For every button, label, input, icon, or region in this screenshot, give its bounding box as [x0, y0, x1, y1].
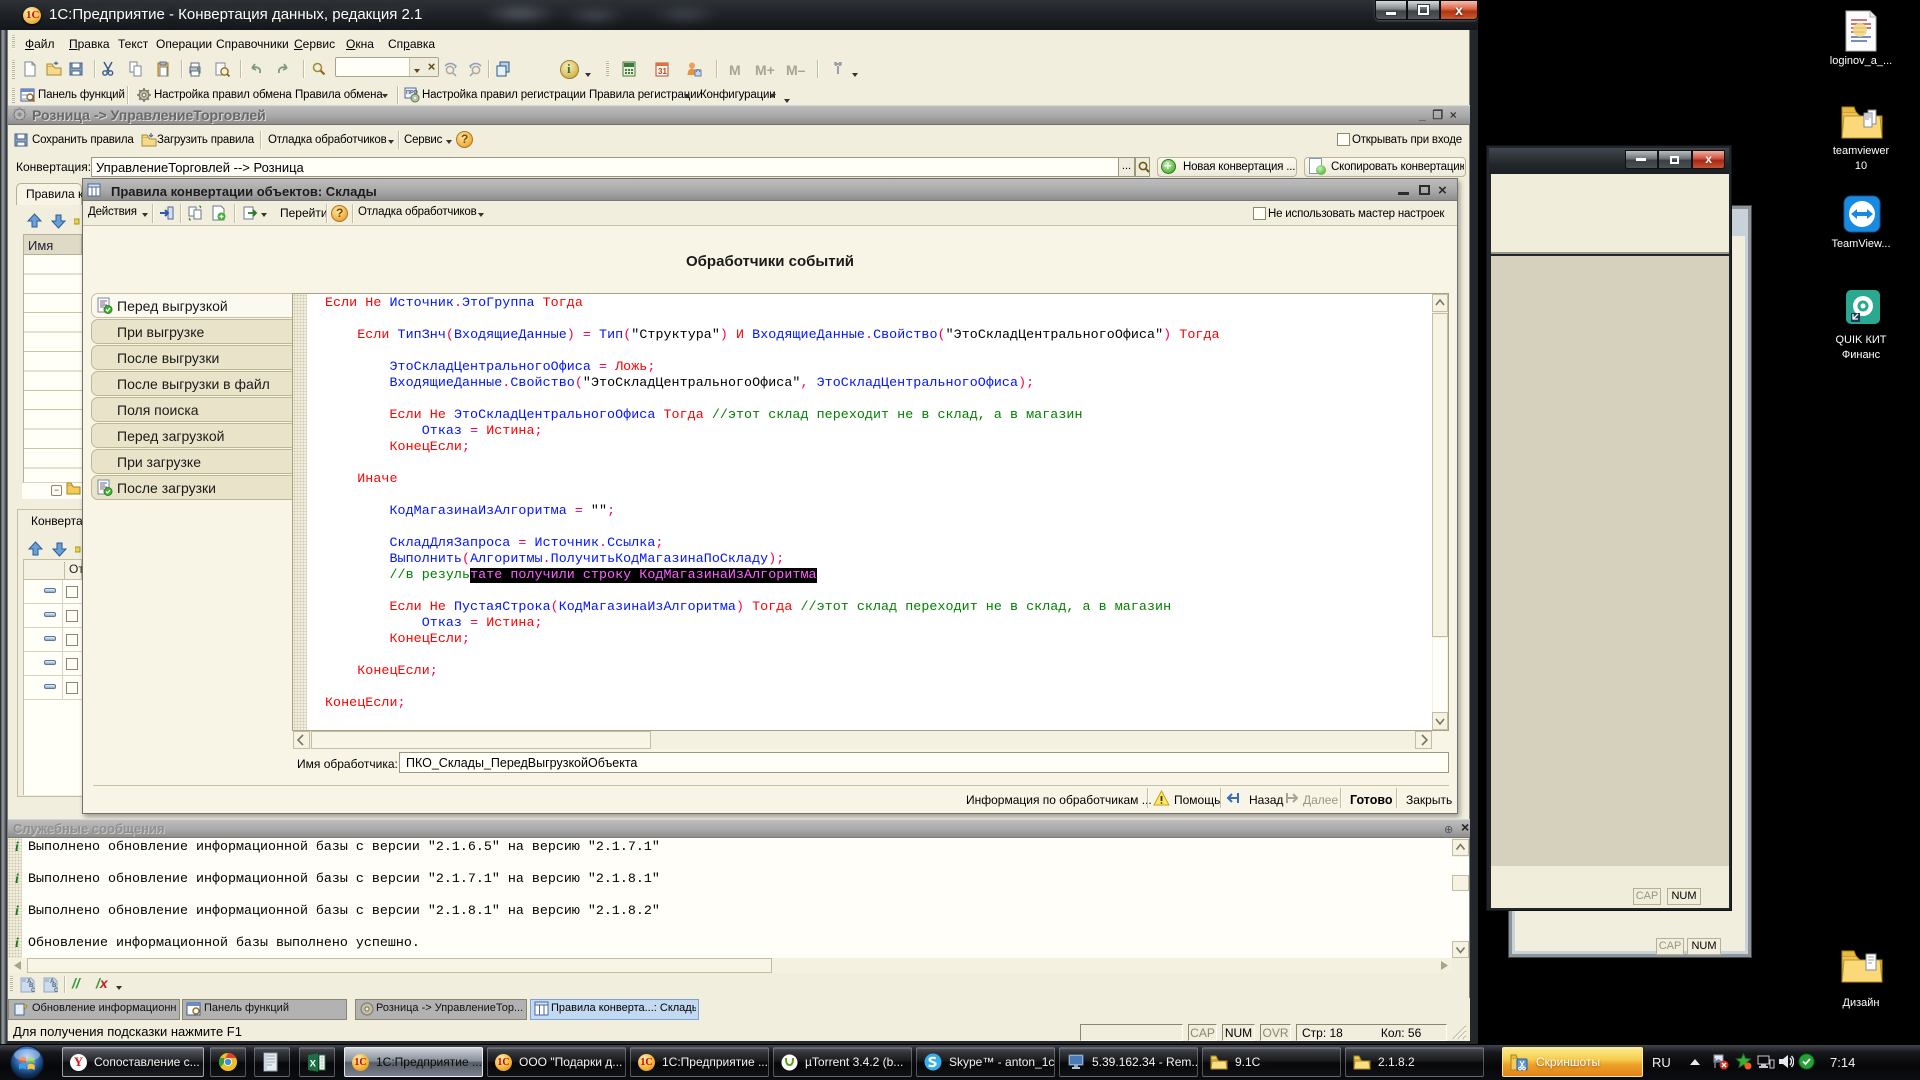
- svg-text:X: X: [310, 1058, 317, 1069]
- svg-text:C: C: [31, 988, 36, 993]
- svg-text:C: C: [54, 988, 59, 993]
- svg-text:31: 31: [658, 67, 667, 76]
